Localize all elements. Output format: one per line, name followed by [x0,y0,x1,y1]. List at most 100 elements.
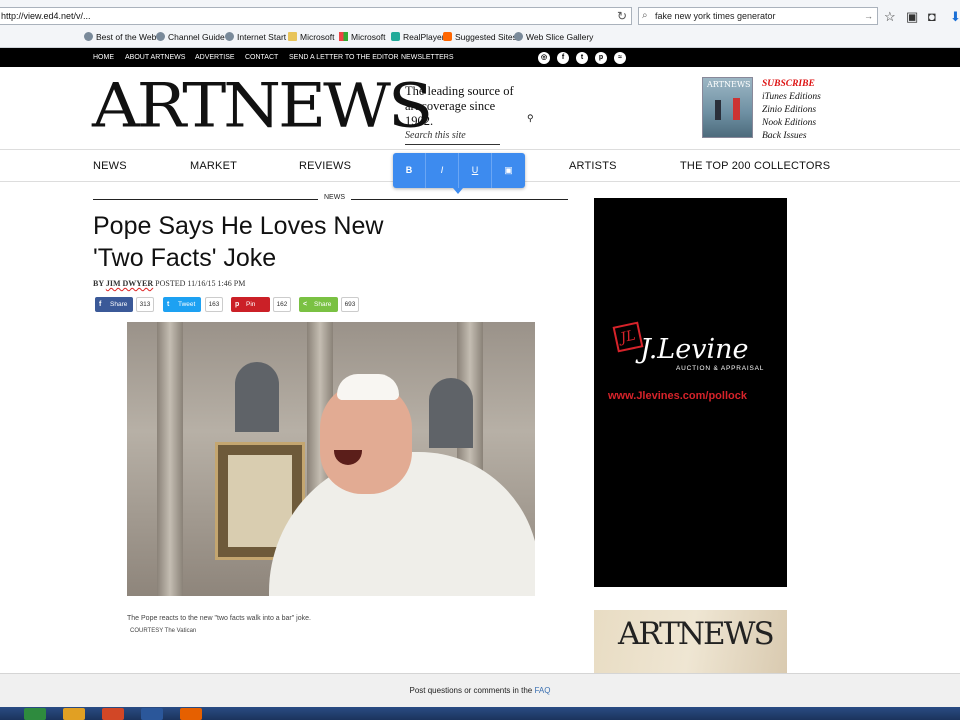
tab-news[interactable]: NEWS [93,160,127,172]
ad-subtitle: AUCTION & APPRAISAL [676,365,765,372]
back-issues-link[interactable]: Back Issues [762,130,821,143]
nav-about[interactable]: ABOUT ARTNEWS [125,48,185,67]
nav-contact[interactable]: CONTACT [245,48,278,67]
star-icon[interactable]: ☆ [884,9,896,25]
nav-home[interactable]: HOME [93,48,114,67]
italic-button[interactable]: I [426,153,459,188]
globe-icon [156,32,165,41]
post-date: POSTED 11/16/15 1:46 PM [155,279,246,288]
cover-figure [715,100,721,120]
rss-icon[interactable]: ≈ [614,52,626,64]
fav-internet-start[interactable]: Internet Start [225,28,286,46]
pin-count: 162 [273,297,291,312]
sidebar-ad[interactable]: JL J.Levine AUCTION & APPRAISAL www.Jlev… [594,198,787,587]
go-arrow-icon[interactable]: → [864,8,873,24]
address-bar[interactable]: http://view.ed4.net/v/... ↻ [0,7,632,25]
clipboard-icon[interactable]: ▣ [906,9,918,25]
site-search-input[interactable]: Search this site [405,130,500,145]
fav-channel-guide[interactable]: Channel Guide [156,28,225,46]
firefox-icon[interactable] [180,708,202,720]
author-link[interactable]: JIM DWYER [106,279,153,288]
generic-share-count: 693 [341,297,359,312]
photo-caption: The Pope reacts to the new "two facts wa… [127,615,311,622]
cover-figure [733,98,740,120]
instagram-icon[interactable]: ◎ [538,52,550,64]
suggested-sites-icon [443,32,452,41]
footer-bar: Post questions or comments in the FAQ [0,673,960,707]
jl-logo-icon: JL [612,321,644,353]
excel-icon[interactable] [24,708,46,720]
globe-icon [514,32,523,41]
tab-top-200[interactable]: THE TOP 200 COLLECTORS [680,160,830,172]
favorites-bar: Best of the Web Channel Guide Internet S… [0,28,960,46]
facebook-icon: f [99,301,102,308]
facebook-icon[interactable]: f [557,52,569,64]
image-icon[interactable]: ▣ [492,153,525,188]
powerpoint-icon[interactable] [102,708,124,720]
realplayer-icon [391,32,400,41]
tab-artists[interactable]: ARTISTS [569,160,617,172]
twitter-icon[interactable]: t [576,52,588,64]
ad-url[interactable]: www.Jlevines.com/pollock [608,390,747,402]
site-logo[interactable]: ARTNEWS [92,76,433,137]
zinio-link[interactable]: Zinio Editions [762,104,821,117]
address-row: http://view.ed4.net/v/... ↻ ⌕ fake new y… [0,6,960,26]
facebook-share-button[interactable]: f Share [95,297,133,312]
format-toolbar: B I U ▣ [393,153,525,194]
share-icon: < [303,301,308,308]
fav-microsoft[interactable]: Microsoft [339,28,385,46]
tweet-count: 163 [205,297,223,312]
nav-newsletters[interactable]: NEWSLETTERS [401,48,454,67]
underline-button[interactable]: U [459,153,492,188]
fav-suggested-sites[interactable]: Suggested Sites [443,28,517,46]
pocket-icon[interactable]: ◘ [928,9,936,24]
ad-brand: J.Levine [640,334,749,365]
top-utility-nav: HOME ABOUT ARTNEWS ADVERTISE CONTACT SEN… [0,48,960,67]
pin-button[interactable]: p Pin [231,297,270,312]
outlook-icon[interactable] [63,708,85,720]
tab-market[interactable]: MARKET [190,160,237,172]
word-icon[interactable] [141,708,163,720]
facebook-share-count: 313 [136,297,154,312]
faq-link[interactable]: FAQ [534,686,550,695]
generic-share-button[interactable]: < Share [299,297,338,312]
byline: BY JIM DWYER POSTED 11/16/15 1:46 PM [93,279,246,288]
windows-logo-icon [339,32,348,41]
search-icon: ⌕ [642,10,648,21]
nook-link[interactable]: Nook Editions [762,117,821,130]
browser-search-box[interactable]: ⌕ fake new york times generator → [638,7,878,25]
tweet-button[interactable]: t Tweet [163,297,201,312]
magazine-cover[interactable]: ARTNEWS [702,77,753,138]
article-photo [127,322,535,596]
fav-microsoft-folder[interactable]: Microsoft [288,28,334,46]
search-icon[interactable]: ⚲ [527,113,534,124]
globe-icon [84,32,93,41]
toolbar-pointer [453,188,463,194]
tab-reviews[interactable]: REVIEWS [299,160,351,172]
photo-zucchetto [337,374,399,400]
footer-text: Post questions or comments in the [409,686,533,695]
photo-window [429,378,473,448]
fav-realplayer[interactable]: RealPlayer [391,28,445,46]
folder-icon [288,32,297,41]
globe-icon [225,32,234,41]
nav-advertise[interactable]: ADVERTISE [195,48,235,67]
itunes-link[interactable]: iTunes Editions [762,91,821,104]
fav-best-of-web[interactable]: Best of the Web [84,28,156,46]
sidebar-ad-artnews[interactable]: ARTNEWS [594,610,787,674]
pinterest-icon[interactable]: p [595,52,607,64]
nav-letter[interactable]: SEND A LETTER TO THE EDITOR [289,48,399,67]
os-taskbar [0,707,960,720]
fav-web-slice-gallery[interactable]: Web Slice Gallery [514,28,593,46]
photo-column [157,322,183,596]
refresh-icon[interactable]: ↻ [617,9,627,23]
bold-button[interactable]: B [393,153,426,188]
browser-chrome: http://view.ed4.net/v/... ↻ ⌕ fake new y… [0,0,960,48]
search-query: fake new york times generator [655,11,776,21]
subscribe-link[interactable]: SUBSCRIBE [762,78,821,91]
subscribe-box: SUBSCRIBE iTunes Editions Zinio Editions… [762,78,821,143]
article-headline: Pope Says He Loves New 'Two Facts' Joke [93,212,384,272]
download-icon[interactable]: ⬇ [950,9,960,25]
ad2-logo: ARTNEWS [618,616,775,652]
section-label[interactable]: NEWS [318,194,351,201]
